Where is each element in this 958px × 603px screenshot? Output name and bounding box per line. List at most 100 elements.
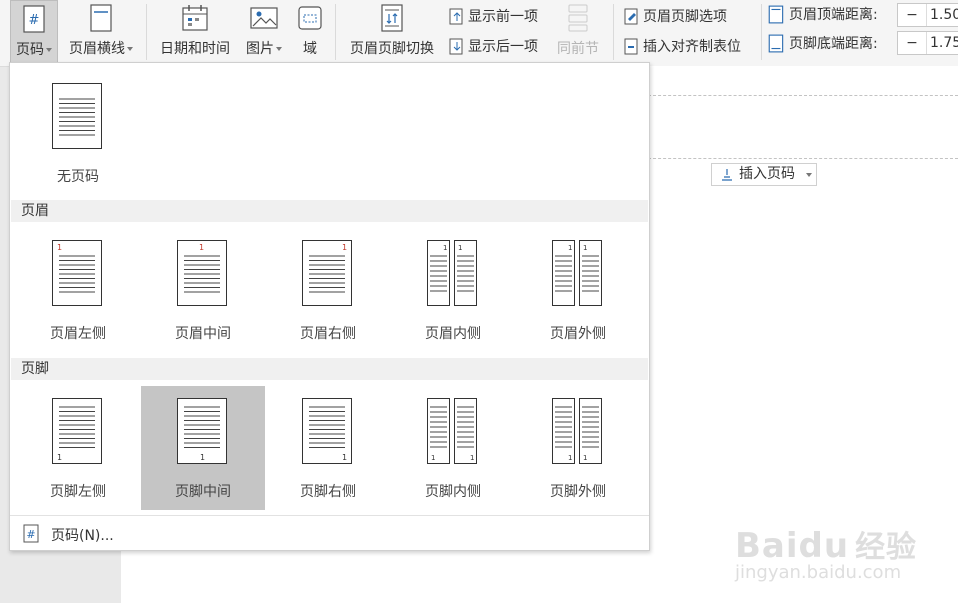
header-top-distance-label: 页眉顶端距离: [768,4,878,26]
datetime-label: 日期和时间 [160,41,230,57]
page-number-dropdown: 无页码 页眉 1 页眉左侧 1 页眉中间 1 页眉右侧 1 1 页眉内侧 1 1… [9,62,650,551]
page-number-icon: # [23,5,45,33]
field-icon [298,6,322,30]
insert-page-number-button[interactable]: 插入页码 [711,163,817,186]
decrement-button[interactable]: − [898,32,927,54]
datetime-button[interactable]: 日期和时间 [154,0,236,64]
option-label: 页脚右侧 [300,484,356,500]
page-number-digit: 1 [470,454,474,462]
align-tab-icon [624,38,638,54]
page-thumbnail-icon: 1 [177,398,227,464]
page-number-digit: 1 [568,454,572,462]
header-top-distance-stepper[interactable]: − 1.50 [897,3,958,27]
page-number-small-icon [722,169,732,181]
show-previous-button[interactable]: 显示前一项 [449,6,538,28]
svg-text:#: # [26,528,35,541]
spread-thumbnail-icon: 1 1 [552,240,602,306]
option-label: 页脚左侧 [50,484,106,500]
insert-align-tab-button[interactable]: 插入对齐制表位 [624,36,741,58]
show-next-button[interactable]: 显示后一项 [449,36,538,58]
footer-boundary-line [648,158,958,159]
page-number-button[interactable]: # 页码 [10,0,58,64]
ribbon-toolbar: # 页码 页眉横线 日期和时间 图片 域 页眉页脚切换 显示前一项 显示后一项 … [0,0,958,67]
page-number-dialog-label: 页码(N)... [51,528,114,544]
ribbon-separator [761,4,762,60]
chevron-down-icon [276,47,282,51]
page-number-digit: 1 [458,244,462,252]
option-label: 页眉内侧 [425,326,481,342]
page-number-digit: 1 [342,243,347,252]
watermark-brand: Baidu [735,526,850,566]
page-thumbnail-icon: 1 [52,240,102,306]
page-number-digit: 1 [199,243,204,252]
header-footer-options-label: 页眉页脚选项 [643,9,727,25]
option-label: 页眉外侧 [550,326,606,342]
page-number-digit: 1 [57,453,62,462]
footer-bottom-distance-value[interactable]: 1.75 [930,32,958,54]
option-label: 页眉左侧 [50,326,106,342]
header-top-icon [768,5,784,23]
show-next-icon [449,38,463,54]
option-label: 页脚内侧 [425,484,481,500]
option-no-page-number[interactable]: 无页码 [16,71,140,195]
page-thumbnail-icon [52,83,102,149]
chevron-down-icon [806,173,812,177]
option-footer-inside[interactable]: 1 1 页脚内侧 [391,386,515,510]
section-footer-title: 页脚 [11,358,648,380]
baidu-watermark-url: jingyan.baidu.com [735,562,902,583]
picture-icon [250,7,278,29]
chevron-down-icon [46,48,52,52]
page-thumbnail-icon: 1 [302,240,352,306]
page-number-label: 页码 [16,42,44,58]
option-label: 页眉中间 [175,326,231,342]
ribbon-separator [613,4,614,60]
option-footer-right[interactable]: 1 页脚右侧 [266,386,390,510]
page-number-digit: 1 [342,453,347,462]
header-line-button[interactable]: 页眉横线 [62,0,140,64]
page-number-digit: 1 [568,244,572,252]
option-footer-left[interactable]: 1 页脚左侧 [16,386,140,510]
header-line-icon [90,4,112,32]
page-thumbnail-icon: 1 [52,398,102,464]
page-number-digit: 1 [583,454,587,462]
show-previous-label: 显示前一项 [468,9,538,25]
calendar-icon [182,5,208,31]
header-footer-switch-button[interactable]: 页眉页脚切换 [343,0,441,64]
field-label: 域 [303,41,317,57]
picture-label: 图片 [246,41,274,57]
option-header-outside[interactable]: 1 1 页眉外侧 [516,228,640,352]
footer-bottom-distance-stepper[interactable]: − 1.75 [897,31,958,55]
page-number-digit: 1 [443,244,447,252]
option-header-right[interactable]: 1 页眉右侧 [266,228,390,352]
option-footer-outside[interactable]: 1 1 页脚外侧 [516,386,640,510]
switch-icon [381,4,403,32]
page-number-dialog-item[interactable]: # 页码(N)... [10,515,649,551]
section-header-title: 页眉 [11,200,648,222]
show-next-label: 显示后一项 [468,39,538,55]
svg-text:#: # [29,13,40,28]
page-thumbnail-icon: 1 [177,240,227,306]
field-button[interactable]: 域 [292,0,328,64]
link-previous-icon [568,4,588,32]
option-footer-center[interactable]: 1 页脚中间 [141,386,265,510]
header-top-distance-value[interactable]: 1.50 [930,4,958,26]
spread-thumbnail-icon: 1 1 [427,398,477,464]
option-label: 页脚中间 [175,484,231,500]
picture-button[interactable]: 图片 [240,0,288,64]
insert-page-number-label: 插入页码 [739,166,795,182]
option-header-inside[interactable]: 1 1 页眉内侧 [391,228,515,352]
decrement-button[interactable]: − [898,4,927,26]
same-as-previous-button[interactable]: 同前节 [553,0,603,64]
header-line-label: 页眉横线 [69,41,125,57]
option-header-left[interactable]: 1 页眉左侧 [16,228,140,352]
page-number-icon: # [23,524,39,543]
ribbon-separator [335,4,336,60]
page-number-digit: 1 [431,454,435,462]
footer-bottom-distance-label: 页脚底端距离: [768,33,878,55]
header-footer-options-button[interactable]: 页眉页脚选项 [624,6,727,28]
insert-align-tab-label: 插入对齐制表位 [643,39,741,55]
option-header-center[interactable]: 1 页眉中间 [141,228,265,352]
option-label: 页脚外侧 [550,484,606,500]
option-label: 无页码 [57,169,99,185]
option-label: 页眉右侧 [300,326,356,342]
